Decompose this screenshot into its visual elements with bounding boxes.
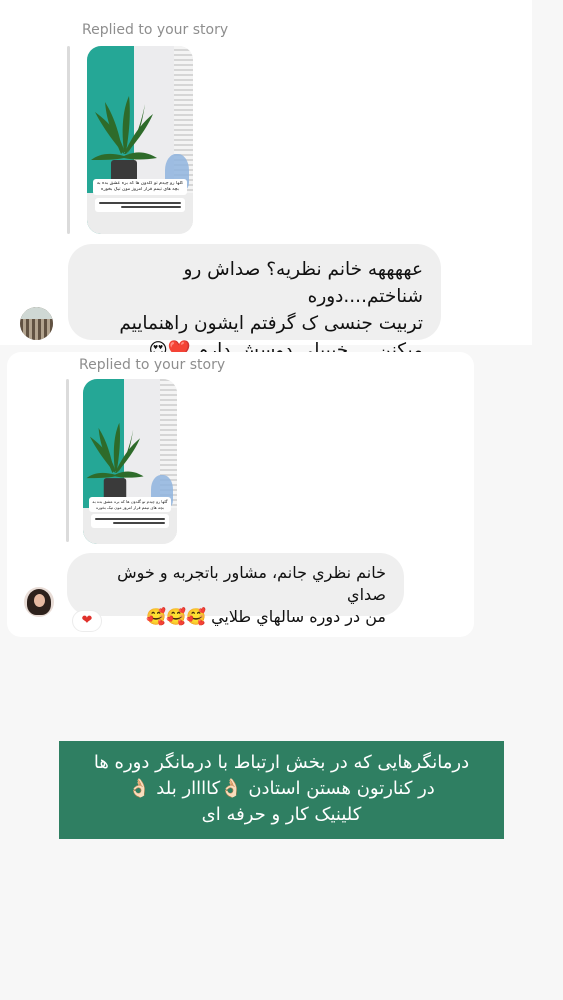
story-caption-box: گلها رو چیدم تو گلدون ها که بره عشق بده … bbox=[88, 497, 172, 512]
sender-avatar[interactable] bbox=[24, 587, 54, 617]
caption-banner: درمانگرهایی که در بخش ارتباط با درمانگر … bbox=[59, 741, 504, 839]
reply-quote-line bbox=[67, 46, 70, 234]
message-line-1: عههههه خانم نظریه؟ صداش رو شناختم....دور… bbox=[183, 259, 423, 307]
replied-to-story-label: Replied to your story bbox=[82, 22, 229, 38]
story-thumbnail[interactable]: گلها رو چیدم تو گلدون ها که بره عشق بده … bbox=[83, 379, 177, 544]
message-bubble[interactable]: خانم نظري جانم، مشاور باتجربه و خوش صداي… bbox=[67, 553, 404, 626]
message-line-2: من در دوره سالهاي طلايي 🥰🥰🥰 bbox=[146, 607, 386, 626]
sender-avatar[interactable] bbox=[20, 307, 53, 340]
reply-quote-line bbox=[66, 379, 69, 542]
message-line-1: خانم نظري جانم، مشاور باتجربه و خوش صداي bbox=[117, 563, 386, 604]
banner-line-3: کلینیک کار و حرفه ای bbox=[201, 804, 362, 825]
banner-line-2: در کنارتون هستن استادن 👌🏻کاااار بلد 👌🏻 bbox=[128, 778, 435, 799]
banner-line-1: درمانگرهایی که در بخش ارتباط با درمانگر … bbox=[93, 752, 470, 773]
story-thumbnail[interactable]: گلها رو چیدم تو گلدون ها که بره عشق بده … bbox=[87, 46, 193, 234]
heart-reaction[interactable]: ❤ bbox=[72, 610, 102, 632]
message-group-1: Replied to your story گلها رو چیدم تو گل… bbox=[0, 0, 532, 361]
message-bubble[interactable]: عههههه خانم نظریه؟ صداش رو شناختم....دور… bbox=[68, 244, 441, 361]
story-subcaption-box bbox=[90, 514, 170, 528]
message-line-2: تربیت جنسی ک گرفتم ایشون راهنماییم bbox=[119, 313, 423, 334]
story-subcaption-box bbox=[95, 198, 185, 212]
story-caption-box: گلها رو چیدم تو گلدون ها که بره عشق بده … bbox=[93, 179, 187, 195]
replied-to-story-label: Replied to your story bbox=[79, 357, 226, 373]
